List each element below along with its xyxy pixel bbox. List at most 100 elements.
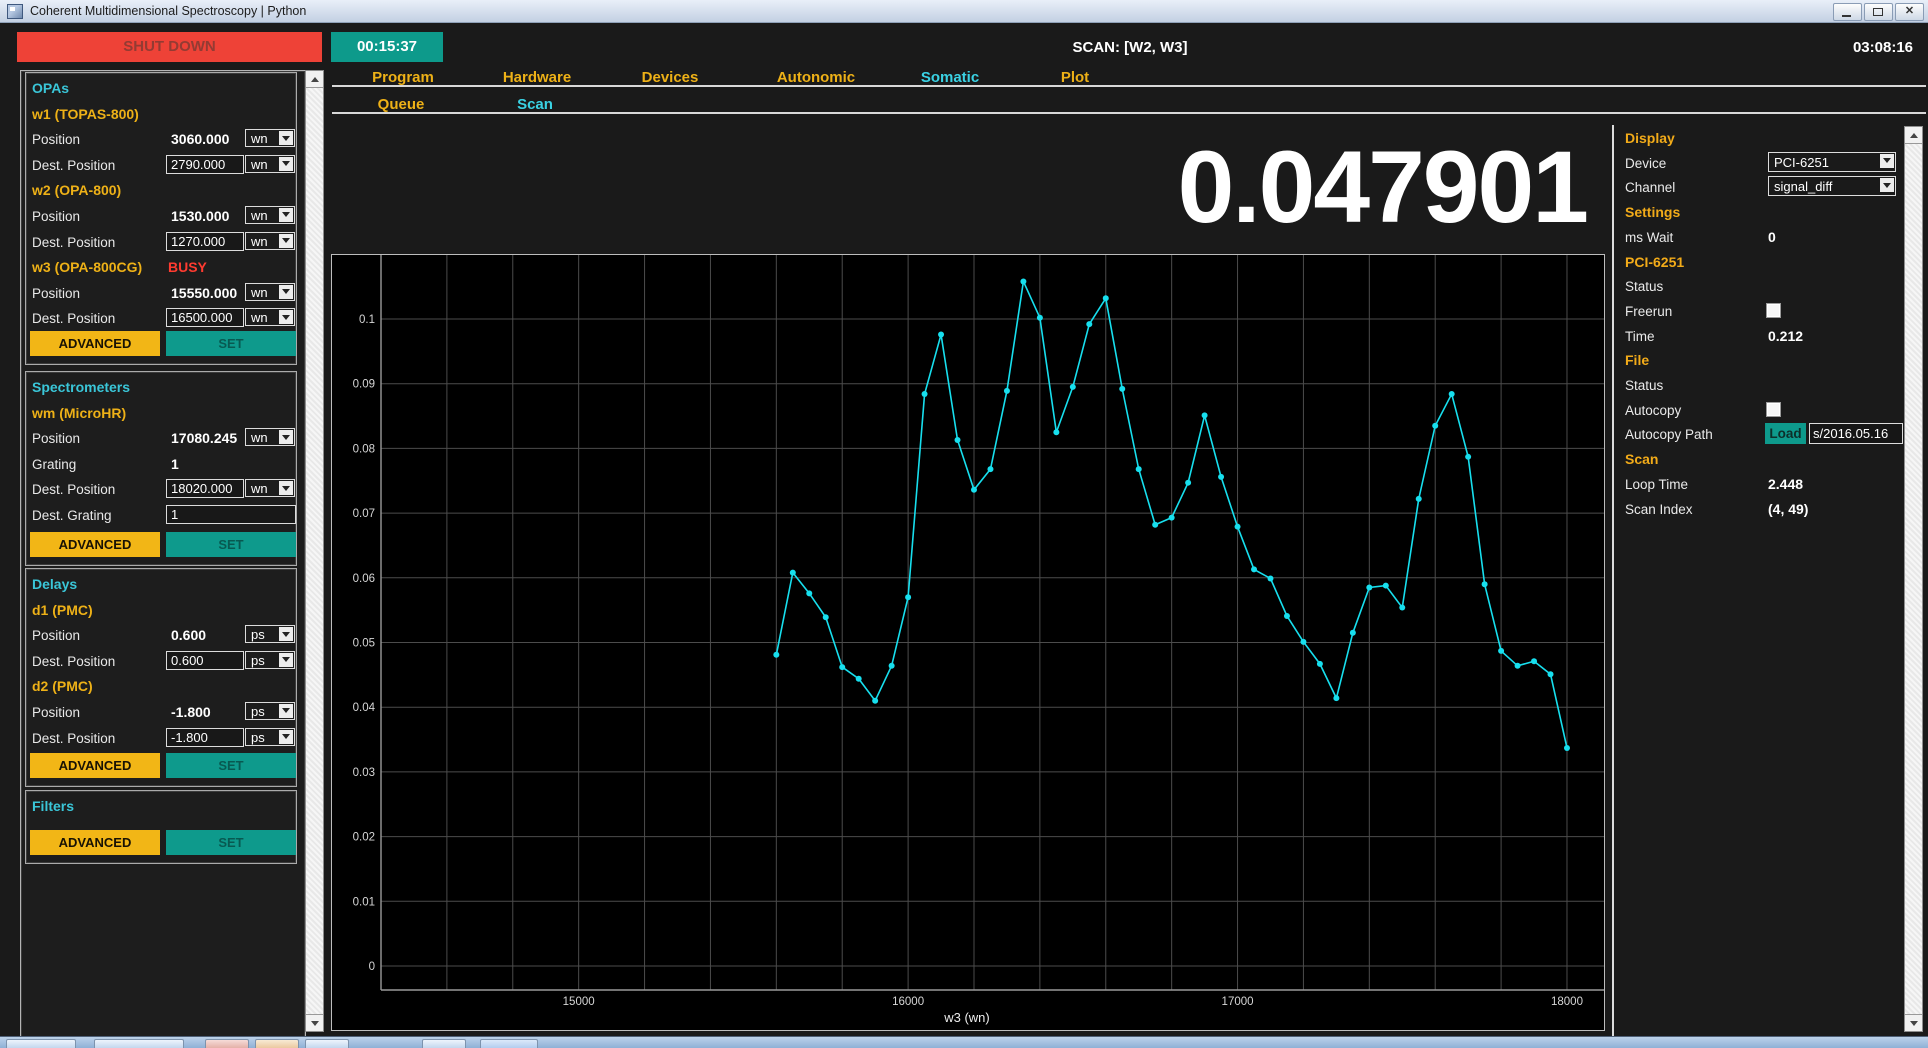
field-label: Grating <box>32 457 76 472</box>
set-button[interactable]: SET <box>166 830 296 855</box>
device-name: w3 (OPA-800CG) <box>32 259 142 275</box>
advanced-button[interactable]: ADVANCED <box>30 753 160 778</box>
arrow-down-icon <box>311 1021 319 1026</box>
set-button[interactable]: SET <box>166 753 296 778</box>
autocopy-path-input[interactable] <box>1809 423 1903 444</box>
field-label: Dest. Position <box>32 311 115 326</box>
device-name: d2 (PMC) <box>32 678 93 694</box>
dest-position-input[interactable] <box>166 728 244 747</box>
taskbar-button[interactable] <box>305 1039 349 1048</box>
acquisition-sidebar: DisplayDevicePCI-6251Channelsignal_diffS… <box>1625 127 1897 529</box>
chevron-down-icon[interactable] <box>279 131 293 145</box>
freerun-checkbox[interactable] <box>1766 303 1781 318</box>
taskbar-button[interactable] <box>422 1039 466 1048</box>
unit-select[interactable]: ps <box>245 625 295 643</box>
chevron-down-icon[interactable] <box>279 285 293 299</box>
taskbar-button[interactable] <box>255 1039 299 1048</box>
unit-select[interactable]: wn <box>245 308 295 326</box>
subtab-queue[interactable]: Queue <box>336 96 466 113</box>
subtab-scan[interactable]: Scan <box>470 96 600 113</box>
unit-select[interactable]: ps <box>245 702 295 720</box>
chevron-down-icon[interactable] <box>279 627 293 641</box>
unit-select[interactable]: wn <box>245 129 295 147</box>
chevron-down-icon[interactable] <box>279 157 293 171</box>
sidebar-row: Loop Time2.448 <box>1625 473 1897 497</box>
window-title: Coherent Multidimensional Spectroscopy |… <box>30 0 306 22</box>
set-button[interactable]: SET <box>166 331 296 356</box>
dest-position-input[interactable] <box>166 651 244 670</box>
dest-position-input[interactable] <box>166 155 244 174</box>
chevron-down-icon[interactable] <box>279 704 293 718</box>
svg-text:0: 0 <box>369 961 375 973</box>
titlebar: Coherent Multidimensional Spectroscopy |… <box>0 0 1928 23</box>
sidebar-label-time: Time <box>1625 329 1655 344</box>
field-label: Position <box>32 705 80 720</box>
svg-text:0.07: 0.07 <box>353 508 375 520</box>
channel-select[interactable]: signal_diff <box>1768 176 1896 196</box>
advanced-button[interactable]: ADVANCED <box>30 830 160 855</box>
sidebar-scrollbar[interactable] <box>1904 126 1923 1032</box>
tab-devices[interactable]: Devices <box>605 69 735 86</box>
unit-select[interactable]: wn <box>245 428 295 446</box>
scroll-up-button[interactable] <box>1905 127 1922 144</box>
sidebar-label-autocopy-path: Autocopy Path <box>1625 427 1713 442</box>
tab-plot[interactable]: Plot <box>1010 69 1140 86</box>
chevron-down-icon[interactable] <box>279 310 293 324</box>
unit-select[interactable]: wn <box>245 232 295 250</box>
tab-hardware[interactable]: Hardware <box>472 69 602 86</box>
tab-program[interactable]: Program <box>338 69 468 86</box>
dest-position-input[interactable] <box>166 232 244 251</box>
chevron-down-icon[interactable] <box>279 234 293 248</box>
field-label: Dest. Position <box>32 235 115 250</box>
taskbar-button[interactable] <box>6 1039 76 1048</box>
chevron-down-icon[interactable] <box>279 430 293 444</box>
chevron-down-icon[interactable] <box>1880 178 1894 192</box>
minimize-button[interactable] <box>1833 3 1862 21</box>
unit-select[interactable]: wn <box>245 155 295 173</box>
close-button[interactable]: ✕ <box>1895 3 1924 21</box>
chevron-down-icon[interactable] <box>1880 154 1894 168</box>
unit-select[interactable]: wn <box>245 479 295 497</box>
unit-select[interactable]: ps <box>245 728 295 746</box>
group-header: Delays <box>32 576 77 592</box>
field-value: 17080.245 <box>171 430 237 446</box>
sidebar-header-pci-6251: PCI-6251 <box>1625 254 1684 270</box>
scroll-down-button[interactable] <box>306 1014 323 1031</box>
taskbar <box>0 1036 1928 1048</box>
dest-position-input[interactable] <box>166 308 244 327</box>
unit-select[interactable]: wn <box>245 283 295 301</box>
dest-grating-input[interactable] <box>166 505 296 524</box>
taskbar-button[interactable] <box>205 1039 249 1048</box>
device-select[interactable]: PCI-6251 <box>1768 152 1896 172</box>
autocopy-checkbox[interactable] <box>1766 402 1781 417</box>
taskbar-button[interactable] <box>480 1039 538 1048</box>
vertical-divider <box>1612 125 1614 1036</box>
field-label: Position <box>32 431 80 446</box>
field-label: Dest. Position <box>32 731 115 746</box>
field-value: 3060.000 <box>171 131 229 147</box>
scroll-down-button[interactable] <box>1905 1014 1922 1031</box>
sidebar-label-ms-wait: ms Wait <box>1625 230 1673 245</box>
scroll-up-button[interactable] <box>306 71 323 88</box>
chevron-down-icon[interactable] <box>279 730 293 744</box>
shutdown-button[interactable]: SHUT DOWN <box>17 32 322 62</box>
load-button[interactable]: Load <box>1765 423 1806 444</box>
taskbar-button[interactable] <box>94 1039 184 1048</box>
set-button[interactable]: SET <box>166 532 296 557</box>
loop-time-value: 2.448 <box>1768 476 1803 492</box>
group-box-filters: FiltersADVANCEDSET <box>25 790 297 864</box>
chevron-down-icon[interactable] <box>279 481 293 495</box>
chevron-down-icon[interactable] <box>279 653 293 667</box>
tab-autonomic[interactable]: Autonomic <box>751 69 881 86</box>
unit-select[interactable]: wn <box>245 206 295 224</box>
subtab-underline <box>332 112 1926 114</box>
advanced-button[interactable]: ADVANCED <box>30 331 160 356</box>
advanced-button[interactable]: ADVANCED <box>30 532 160 557</box>
elapsed-timer: 00:15:37 <box>331 32 443 62</box>
unit-select[interactable]: ps <box>245 651 295 669</box>
chevron-down-icon[interactable] <box>279 208 293 222</box>
dest-position-input[interactable] <box>166 479 244 498</box>
main-scrollbar[interactable] <box>305 70 324 1032</box>
tab-somatic[interactable]: Somatic <box>885 69 1015 86</box>
maximize-button[interactable] <box>1864 3 1893 21</box>
